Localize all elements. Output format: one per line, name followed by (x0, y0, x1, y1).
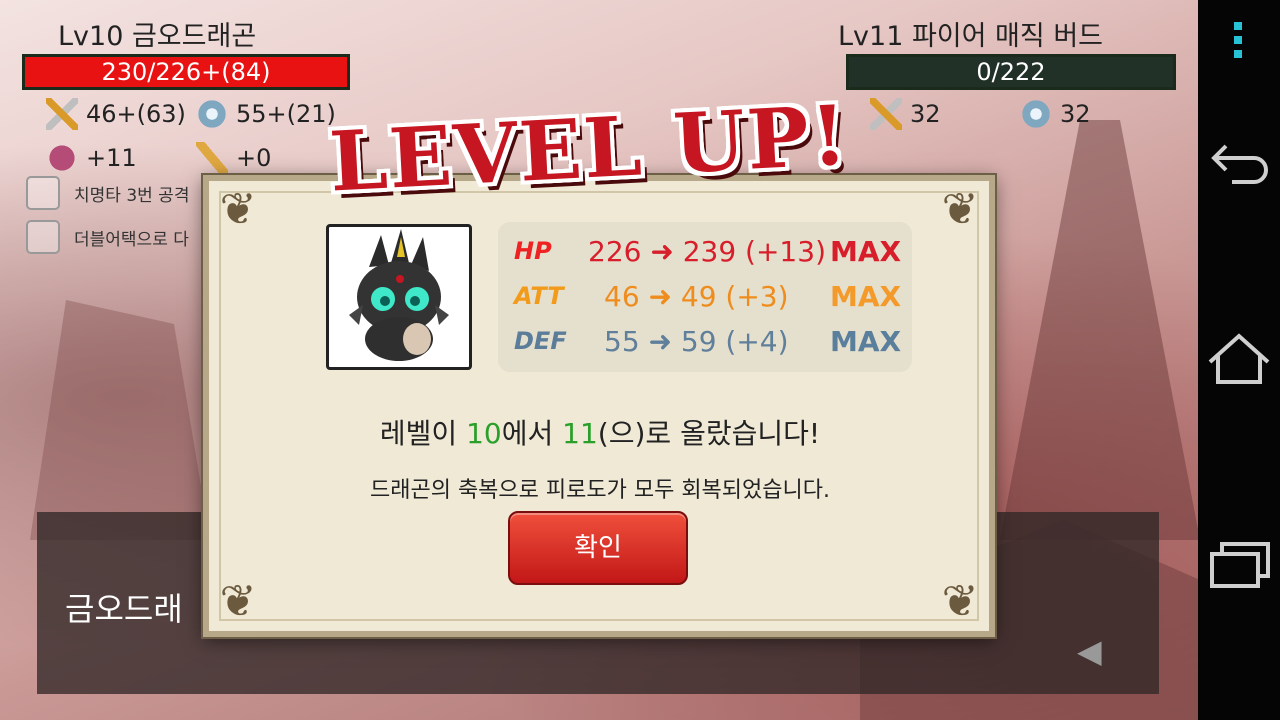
stat-max-badge: MAX (830, 324, 902, 358)
stat-change-box: HP 226 ➜ 239 (+13) MAX ATT 46 ➜ 49 (+3) … (498, 222, 912, 372)
option-label: 더블어택으로 다 (74, 229, 189, 250)
ornament-icon: ❦ (219, 576, 257, 627)
back-icon[interactable] (1202, 124, 1276, 194)
dragon-icon (349, 229, 449, 361)
enemy-hp-bar: 0/222 (846, 54, 1176, 90)
stat-label: DEF (514, 327, 567, 355)
enemy-attack-value: 32 (910, 100, 941, 128)
player-crit-value: +11 (86, 144, 137, 172)
option-crit-triple[interactable]: 치명타 3번 공격 (26, 176, 189, 210)
stat-row-att: ATT 46 ➜ 49 (+3) MAX (498, 275, 912, 317)
player-crit-stat: +11 (46, 142, 137, 174)
player-defense-value: 55+(21) (236, 100, 336, 128)
stat-change-value: 55 ➜ 59 (+4) (604, 324, 789, 358)
stat-row-hp: HP 226 ➜ 239 (+13) MAX (498, 230, 912, 272)
level-up-message: 레벨이 10에서 11(으)로 올랐습니다! (0, 412, 1198, 452)
heart-icon (46, 142, 78, 174)
new-level: 11 (562, 417, 598, 450)
shield-icon (1020, 98, 1052, 130)
fatigue-recovery-message: 드래곤의 축복으로 피로도가 모두 회복되었습니다. (369, 478, 830, 503)
feather-icon (196, 142, 228, 174)
stat-label: HP (514, 237, 552, 265)
stat-change-value: 46 ➜ 49 (+3) (604, 279, 789, 313)
message-text: (으)로 올랐습니다! (597, 417, 821, 450)
enemy-name: Lv11 파이어 매직 버드 (838, 21, 1104, 52)
player-speed-stat: +0 (196, 142, 271, 174)
enemy-defense-value: 32 (1060, 100, 1091, 128)
stat-max-badge: MAX (830, 279, 902, 313)
player-name: Lv10 금오드래곤 (58, 21, 257, 52)
ornament-icon: ❦ (941, 184, 979, 235)
ornament-icon: ❦ (219, 184, 257, 235)
stat-change-value: 226 ➜ 239 (+13) (588, 234, 826, 268)
message-text: 에서 (501, 417, 563, 450)
checkbox[interactable] (26, 220, 60, 254)
battle-background: Lv10 금오드래곤 230/226+(84) 46+(63) 55+(21) … (0, 0, 1198, 720)
dragon-portrait (326, 224, 472, 370)
option-label: 치명타 3번 공격 (74, 185, 190, 206)
stat-row-def: DEF 55 ➜ 59 (+4) MAX (498, 320, 912, 362)
checkbox[interactable] (26, 176, 60, 210)
confirm-button[interactable]: 확인 (508, 511, 688, 585)
home-icon[interactable] (1202, 324, 1276, 394)
player-hp-bar: 230/226+(84) (22, 54, 350, 90)
old-level: 10 (466, 417, 502, 450)
ornament-icon: ❦ (941, 576, 979, 627)
enemy-defense-stat: 32 (1020, 98, 1091, 130)
stat-max-badge: MAX (830, 234, 902, 268)
player-attack-stat: 46+(63) (46, 98, 186, 130)
shield-icon (196, 98, 228, 130)
crossed-swords-icon (46, 98, 78, 130)
player-speed-value: +0 (236, 144, 272, 172)
next-arrow-icon[interactable]: ◀ (1077, 632, 1102, 670)
option-double-attack[interactable]: 더블어택으로 다 (26, 220, 189, 254)
player-defense-stat: 55+(21) (196, 98, 336, 130)
battle-message-text: 금오드래 (65, 590, 183, 628)
recent-apps-icon[interactable] (1202, 528, 1276, 598)
player-attack-value: 46+(63) (86, 100, 186, 128)
menu-icon[interactable] (1234, 22, 1244, 62)
stat-label: ATT (514, 282, 564, 310)
message-text: 레벨이 (379, 417, 467, 450)
